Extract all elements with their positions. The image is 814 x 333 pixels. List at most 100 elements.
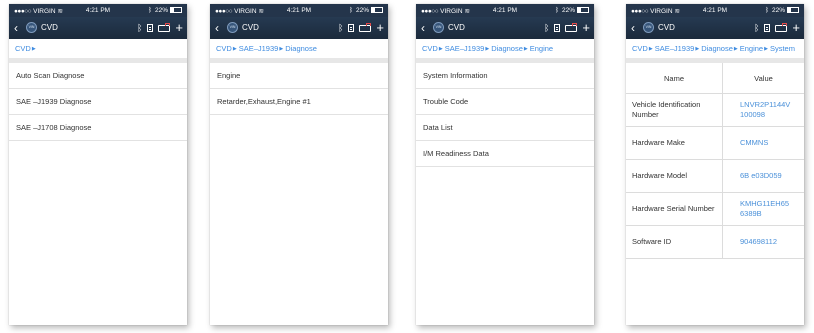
bluetooth-icon[interactable]: ᛒ — [137, 22, 142, 34]
phone-screen-4: ●●●○○ VIRGIN ≋ 4:21 PM ᛒ 22% ‹ VIN CVD ᛒ + … — [626, 4, 804, 325]
vin-badge-icon[interactable]: VIN — [643, 22, 654, 33]
battery-icon — [577, 7, 589, 13]
breadcrumb-item[interactable]: SAE–J1939 — [445, 44, 485, 53]
breadcrumb-item[interactable]: Diagnose — [701, 44, 733, 53]
vehicle-icon[interactable] — [775, 22, 788, 32]
vin-badge-icon[interactable]: VIN — [227, 22, 238, 33]
breadcrumb: CVD▶ — [9, 39, 187, 63]
breadcrumb-arrow-icon: ▶ — [485, 46, 490, 52]
table-row: Hardware Serial Number KMHG11EH65 6389B — [626, 192, 804, 226]
vehicle-icon[interactable] — [359, 22, 372, 32]
list-item-trouble-code[interactable]: Trouble Code — [416, 89, 594, 115]
phone-screen-1: ●●●○○ VIRGIN ≋ 4:21 PM ᛒ 22% ‹ VIN CVD ᛒ + … — [9, 4, 187, 325]
table-row: Vehicle Identification Number LNVR2P1144… — [626, 93, 804, 127]
breadcrumb-item[interactable]: CVD — [632, 44, 648, 53]
phone-screen-3: ●●●○○ VIRGIN ≋ 4:21 PM ᛒ 22% ‹ VIN CVD ᛒ + … — [416, 4, 594, 325]
status-bar: ●●●○○ VIRGIN ≋ 4:21 PM ᛒ 22% — [626, 4, 804, 17]
breadcrumb: CVD▶ SAE–J1939▶ Diagnose▶ Engine — [416, 39, 594, 63]
nav-bar: ‹ VIN CVD ᛒ + — [9, 17, 187, 39]
row-value: CMMNS — [722, 126, 804, 160]
row-value: KMHG11EH65 6389B — [722, 192, 804, 226]
back-chevron-icon[interactable]: ‹ — [421, 22, 425, 34]
breadcrumb-item[interactable]: CVD — [216, 44, 232, 53]
list-item-j1939[interactable]: SAE –J1939 Diagnose — [9, 89, 187, 115]
nav-title: CVD — [41, 23, 58, 32]
breadcrumb-item[interactable]: SAE–J1939 — [239, 44, 279, 53]
vehicle-icon[interactable] — [565, 22, 578, 32]
nav-title: CVD — [242, 23, 259, 32]
nav-bar: ‹ VIN CVD ᛒ + — [416, 17, 594, 39]
row-value: 6B e03D059 — [722, 159, 804, 193]
table-row: Hardware Make CMMNS — [626, 126, 804, 160]
column-header-value: Value — [722, 63, 804, 94]
bluetooth-status-icon: ᛒ — [349, 7, 353, 14]
row-value: LNVR2P1144V 100098 — [722, 93, 804, 127]
nav-title: CVD — [658, 23, 675, 32]
breadcrumb-arrow-icon: ▶ — [279, 46, 284, 52]
report-document-icon[interactable] — [348, 24, 355, 32]
list-item-j1708[interactable]: SAE –J1708 Diagnose — [9, 115, 187, 141]
table-header-row: Name Value — [626, 63, 804, 94]
system-info-table: Name Value Vehicle Identification Number… — [626, 63, 804, 259]
breadcrumb-item[interactable]: CVD — [15, 44, 31, 53]
status-bar: ●●●○○ VIRGIN ≋ 4:21 PM ᛒ 22% — [210, 4, 388, 17]
bluetooth-icon[interactable]: ᛒ — [754, 22, 759, 34]
report-document-icon[interactable] — [147, 24, 154, 32]
battery-icon — [371, 7, 383, 13]
nav-bar: ‹ VIN CVD ᛒ + — [626, 17, 804, 39]
row-name: Vehicle Identification Number — [626, 93, 723, 127]
nav-bar: ‹ VIN CVD ᛒ + — [210, 17, 388, 39]
breadcrumb-arrow-icon: ▶ — [523, 46, 528, 52]
plus-icon[interactable]: + — [792, 21, 800, 34]
breadcrumb-arrow-icon: ▶ — [438, 46, 443, 52]
breadcrumb-arrow-icon: ▶ — [733, 46, 738, 52]
table-row: Software ID 904698112 — [626, 225, 804, 259]
nav-title: CVD — [448, 23, 465, 32]
breadcrumb-arrow-icon: ▶ — [695, 46, 700, 52]
row-name: Hardware Serial Number — [626, 192, 723, 226]
bluetooth-icon[interactable]: ᛒ — [544, 22, 549, 34]
breadcrumb-item[interactable]: Engine — [530, 44, 553, 53]
bluetooth-status-icon: ᛒ — [555, 7, 559, 14]
breadcrumb-item[interactable]: Diagnose — [491, 44, 523, 53]
status-bar: ●●●○○ VIRGIN ≋ 4:21 PM ᛒ 22% — [416, 4, 594, 17]
battery-percent: 22% — [771, 7, 785, 14]
list-item-data-list[interactable]: Data List — [416, 115, 594, 141]
plus-icon[interactable]: + — [376, 21, 384, 34]
vin-badge-icon[interactable]: VIN — [433, 22, 444, 33]
list-item-im-readiness[interactable]: I/M Readiness Data — [416, 141, 594, 167]
bluetooth-status-icon: ᛒ — [765, 7, 769, 14]
battery-percent: 22% — [154, 7, 168, 14]
list-item-system-information[interactable]: System Information — [416, 63, 594, 89]
report-document-icon[interactable] — [764, 24, 771, 32]
breadcrumb-item[interactable]: Diagnose — [285, 44, 317, 53]
status-bar: ●●●○○ VIRGIN ≋ 4:21 PM ᛒ 22% — [9, 4, 187, 17]
breadcrumb-item[interactable]: SAE–J1939 — [655, 44, 695, 53]
row-name: Hardware Make — [626, 126, 723, 160]
row-value: 904698112 — [722, 225, 804, 259]
list-item-engine[interactable]: Engine — [210, 63, 388, 89]
breadcrumb: CVD▶ SAE–J1939▶ Diagnose — [210, 39, 388, 63]
back-chevron-icon[interactable]: ‹ — [215, 22, 219, 34]
plus-icon[interactable]: + — [175, 21, 183, 34]
vehicle-icon[interactable] — [158, 22, 171, 32]
bluetooth-icon[interactable]: ᛒ — [338, 22, 343, 34]
row-name: Hardware Model — [626, 159, 723, 193]
plus-icon[interactable]: + — [582, 21, 590, 34]
breadcrumb-item[interactable]: Engine — [740, 44, 763, 53]
back-chevron-icon[interactable]: ‹ — [631, 22, 635, 34]
table-row: Hardware Model 6B e03D059 — [626, 159, 804, 193]
list-item-auto-scan[interactable]: Auto Scan Diagnose — [9, 63, 187, 89]
breadcrumb-item[interactable]: CVD — [422, 44, 438, 53]
breadcrumb-item[interactable]: System — [770, 44, 795, 53]
row-name: Software ID — [626, 225, 723, 259]
report-document-icon[interactable] — [554, 24, 561, 32]
battery-percent: 22% — [355, 7, 369, 14]
vin-badge-icon[interactable]: VIN — [26, 22, 37, 33]
breadcrumb-arrow-icon: ▶ — [648, 46, 653, 52]
back-chevron-icon[interactable]: ‹ — [14, 22, 18, 34]
breadcrumb: CVD▶ SAE–J1939▶ Diagnose▶ Engine▶ System — [626, 39, 804, 63]
list-item-retarder[interactable]: Retarder,Exhaust,Engine #1 — [210, 89, 388, 115]
phone-screen-2: ●●●○○ VIRGIN ≋ 4:21 PM ᛒ 22% ‹ VIN CVD ᛒ + … — [210, 4, 388, 325]
battery-percent: 22% — [561, 7, 575, 14]
